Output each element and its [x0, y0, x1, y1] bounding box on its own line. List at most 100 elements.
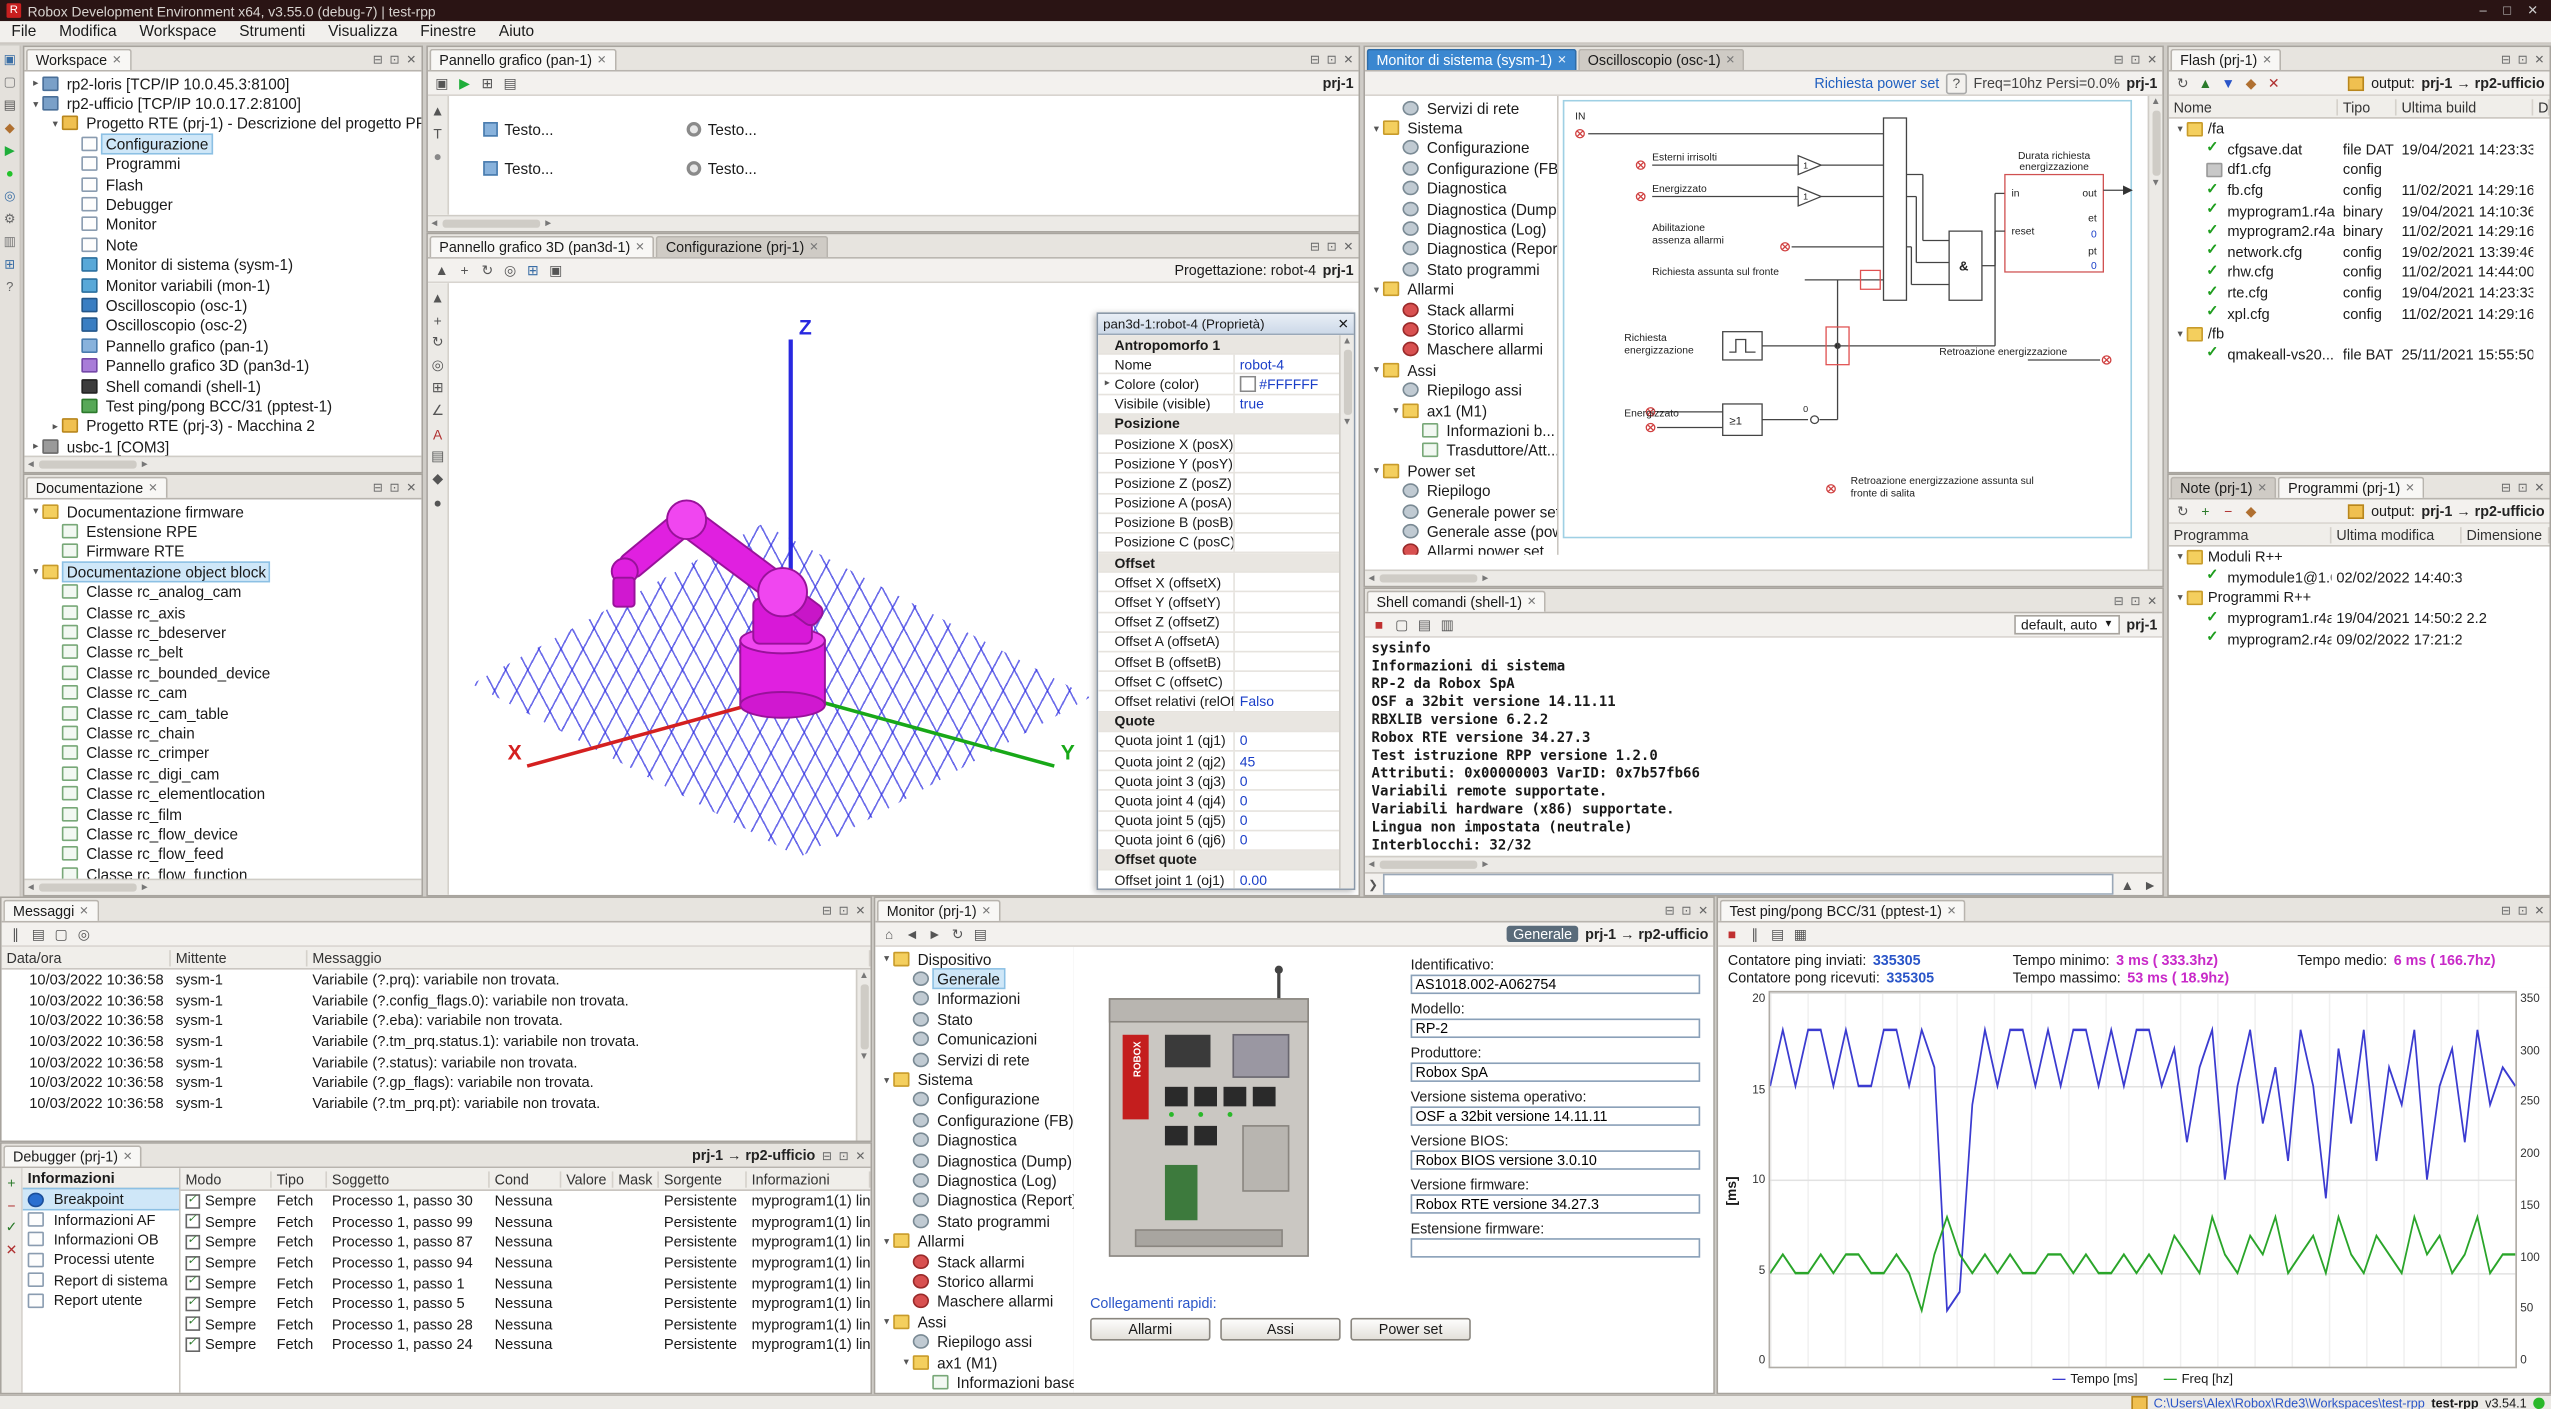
tab-note[interactable]: Note (prj-1)✕: [2170, 477, 2276, 498]
property-row[interactable]: Offset Y (offsetY): [1098, 593, 1353, 613]
tree-item[interactable]: Diagnostica (Dump): [875, 1150, 1073, 1170]
tree-item[interactable]: Diagnostica (Report): [1365, 239, 1557, 259]
close-tab-icon[interactable]: ✕: [2257, 482, 2267, 495]
clear-icon[interactable]: ✕: [2, 1241, 20, 1259]
close-icon[interactable]: ✕: [1698, 902, 1708, 917]
tree-item[interactable]: Oscilloscopio (osc-1): [24, 295, 421, 315]
close-icon[interactable]: ✕: [855, 1148, 865, 1163]
scroll-thumb[interactable]: [39, 883, 137, 891]
back-icon[interactable]: ◄: [903, 925, 921, 943]
property-row[interactable]: Quota joint 1 (qj1) 0: [1098, 732, 1353, 752]
tree-item[interactable]: Configurazione: [875, 1090, 1073, 1110]
breakpoint-row[interactable]: Sempre Fetch Processo 1, passo 28 Nessun…: [181, 1314, 871, 1334]
tree-item[interactable]: Classe rc_analog_cam: [24, 582, 421, 602]
message-row[interactable]: 10/03/2022 10:36:58 sysm-1 Variabile (?.…: [2, 1093, 871, 1113]
scroll-left-icon[interactable]: ◄: [1367, 860, 1377, 870]
tree-item[interactable]: Maschere allarmi: [875, 1291, 1073, 1311]
sidebar-item[interactable]: Processi utente: [23, 1250, 179, 1270]
tree-item[interactable]: ▾ ax1 (M1): [875, 1352, 1073, 1372]
home-icon[interactable]: ⌂: [880, 925, 898, 943]
breakpoint-row[interactable]: Sempre Fetch Processo 1, passo 1 Nessuna…: [181, 1273, 871, 1293]
close-tab-icon[interactable]: ✕: [1726, 54, 1736, 67]
scroll-left-icon[interactable]: ◄: [26, 460, 36, 470]
zoom-icon[interactable]: ◎: [501, 261, 519, 279]
list-icon[interactable]: ▤: [429, 447, 447, 465]
expander-icon[interactable]: ▾: [880, 1073, 893, 1086]
column-header[interactable]: Dimensione: [2462, 526, 2550, 542]
close-icon[interactable]: ✕: [406, 479, 416, 494]
vertical-scrollbar[interactable]: ▲▼: [2148, 96, 2163, 569]
expander-icon[interactable]: ▸: [1101, 378, 1112, 389]
tree-item[interactable]: Riepilogo: [1365, 481, 1557, 501]
tree-item[interactable]: Classe rc_elementlocation: [24, 783, 421, 803]
float-icon[interactable]: ⊡: [1327, 238, 1337, 253]
upload-icon[interactable]: ▲: [2196, 74, 2214, 92]
tree-item[interactable]: ▾ ax1 (M1): [1365, 400, 1557, 420]
expander-icon[interactable]: ▸: [29, 77, 42, 90]
pin-icon[interactable]: ⊟: [373, 479, 383, 494]
scroll-left-icon[interactable]: ◄: [430, 219, 440, 229]
close-icon[interactable]: ✕: [1338, 316, 1349, 332]
tree-item[interactable]: Informazioni: [875, 989, 1073, 1009]
breakpoint-row[interactable]: Sempre Fetch Processo 1, passo 99 Nessun…: [181, 1211, 871, 1231]
expander-icon[interactable]: ▾: [900, 1355, 913, 1368]
tree-item[interactable]: Servizi di rete: [1365, 98, 1557, 118]
send-icon[interactable]: ►: [2141, 875, 2159, 893]
label-icon[interactable]: A: [429, 425, 447, 443]
scroll-down-icon[interactable]: ▼: [1342, 418, 1352, 428]
scroll-up-icon[interactable]: ▲: [2151, 98, 2161, 108]
solid-icon[interactable]: ◆: [429, 470, 447, 488]
print-icon[interactable]: ▥: [1438, 616, 1456, 634]
tab-configurazione[interactable]: Configurazione (prj-1)✕: [656, 236, 828, 257]
scroll-thumb[interactable]: [1343, 350, 1351, 415]
expander-icon[interactable]: ▾: [880, 1315, 893, 1328]
menu-item[interactable]: Workspace: [128, 23, 228, 41]
move-icon[interactable]: +: [429, 311, 447, 329]
command-input[interactable]: [1383, 874, 2114, 895]
close-tab-icon[interactable]: ✕: [148, 482, 158, 495]
refresh-icon[interactable]: ↻: [2174, 502, 2192, 520]
column-header[interactable]: Informazioni: [747, 1171, 871, 1187]
tree-item[interactable]: Configurazione (FB): [875, 1110, 1073, 1130]
tree-item[interactable]: Stato programmi: [1365, 259, 1557, 279]
ping-chart-plot[interactable]: [1769, 991, 2517, 1368]
table-row[interactable]: fb.cfg config 11/02/2021 14:29:16: [2169, 180, 2550, 200]
pin-icon[interactable]: ⊟: [2114, 593, 2124, 608]
property-row[interactable]: Quota joint 3 (qj3) 0: [1098, 771, 1353, 791]
pointer-icon[interactable]: ▲: [429, 288, 447, 306]
breakpoint-checkbox[interactable]: [185, 1337, 200, 1352]
property-value[interactable]: #FFFFFF: [1259, 376, 1318, 392]
scroll-right-icon[interactable]: ►: [543, 219, 553, 229]
scroll-down-icon[interactable]: ▼: [2151, 179, 2161, 189]
save-icon[interactable]: ▤: [971, 925, 989, 943]
table-row[interactable]: myprogram1.r4a 19/04/2021 14:50:27 2.2: [2169, 608, 2550, 628]
property-row[interactable]: Offset quote: [1098, 851, 1353, 871]
tree-item[interactable]: ▾ Allarmi: [875, 1231, 1073, 1251]
scroll-thumb[interactable]: [1380, 861, 1478, 869]
tree-item[interactable]: Generale asse (pow...: [1365, 521, 1557, 541]
float-icon[interactable]: ⊡: [2518, 51, 2528, 66]
refresh-icon[interactable]: ↻: [949, 925, 967, 943]
tree-item[interactable]: Classe rc_axis: [24, 602, 421, 622]
field-input[interactable]: [1411, 1194, 1701, 1214]
float-icon[interactable]: ⊡: [390, 479, 400, 494]
scroll-up-icon[interactable]: ▲: [1342, 337, 1352, 347]
tree-item[interactable]: Classe rc_cam_table: [24, 703, 421, 723]
tree-item[interactable]: Note: [24, 234, 421, 254]
tree-item[interactable]: Generale: [875, 969, 1073, 989]
lamp-tool-icon[interactable]: ●: [429, 146, 447, 164]
column-header[interactable]: Tipo: [2338, 98, 2397, 114]
column-header[interactable]: Data/ora: [2, 949, 171, 965]
scroll-thumb[interactable]: [860, 984, 868, 1049]
breakpoint-checkbox[interactable]: [185, 1194, 200, 1209]
property-value[interactable]: 0: [1240, 832, 1248, 848]
table-row[interactable]: ▾Programmi R++: [2169, 588, 2550, 608]
remove-icon[interactable]: −: [2219, 502, 2237, 520]
tree-item[interactable]: Diagnostica: [875, 1130, 1073, 1150]
field-input[interactable]: [1411, 1150, 1701, 1170]
field-input[interactable]: [1411, 1106, 1701, 1126]
table-row[interactable]: network.cfg config 19/02/2021 13:39:46: [2169, 242, 2550, 262]
horizontal-scrollbar[interactable]: ◄►: [1365, 856, 2162, 872]
field-input[interactable]: [1411, 1062, 1701, 1082]
camera-icon[interactable]: ▣: [547, 261, 565, 279]
